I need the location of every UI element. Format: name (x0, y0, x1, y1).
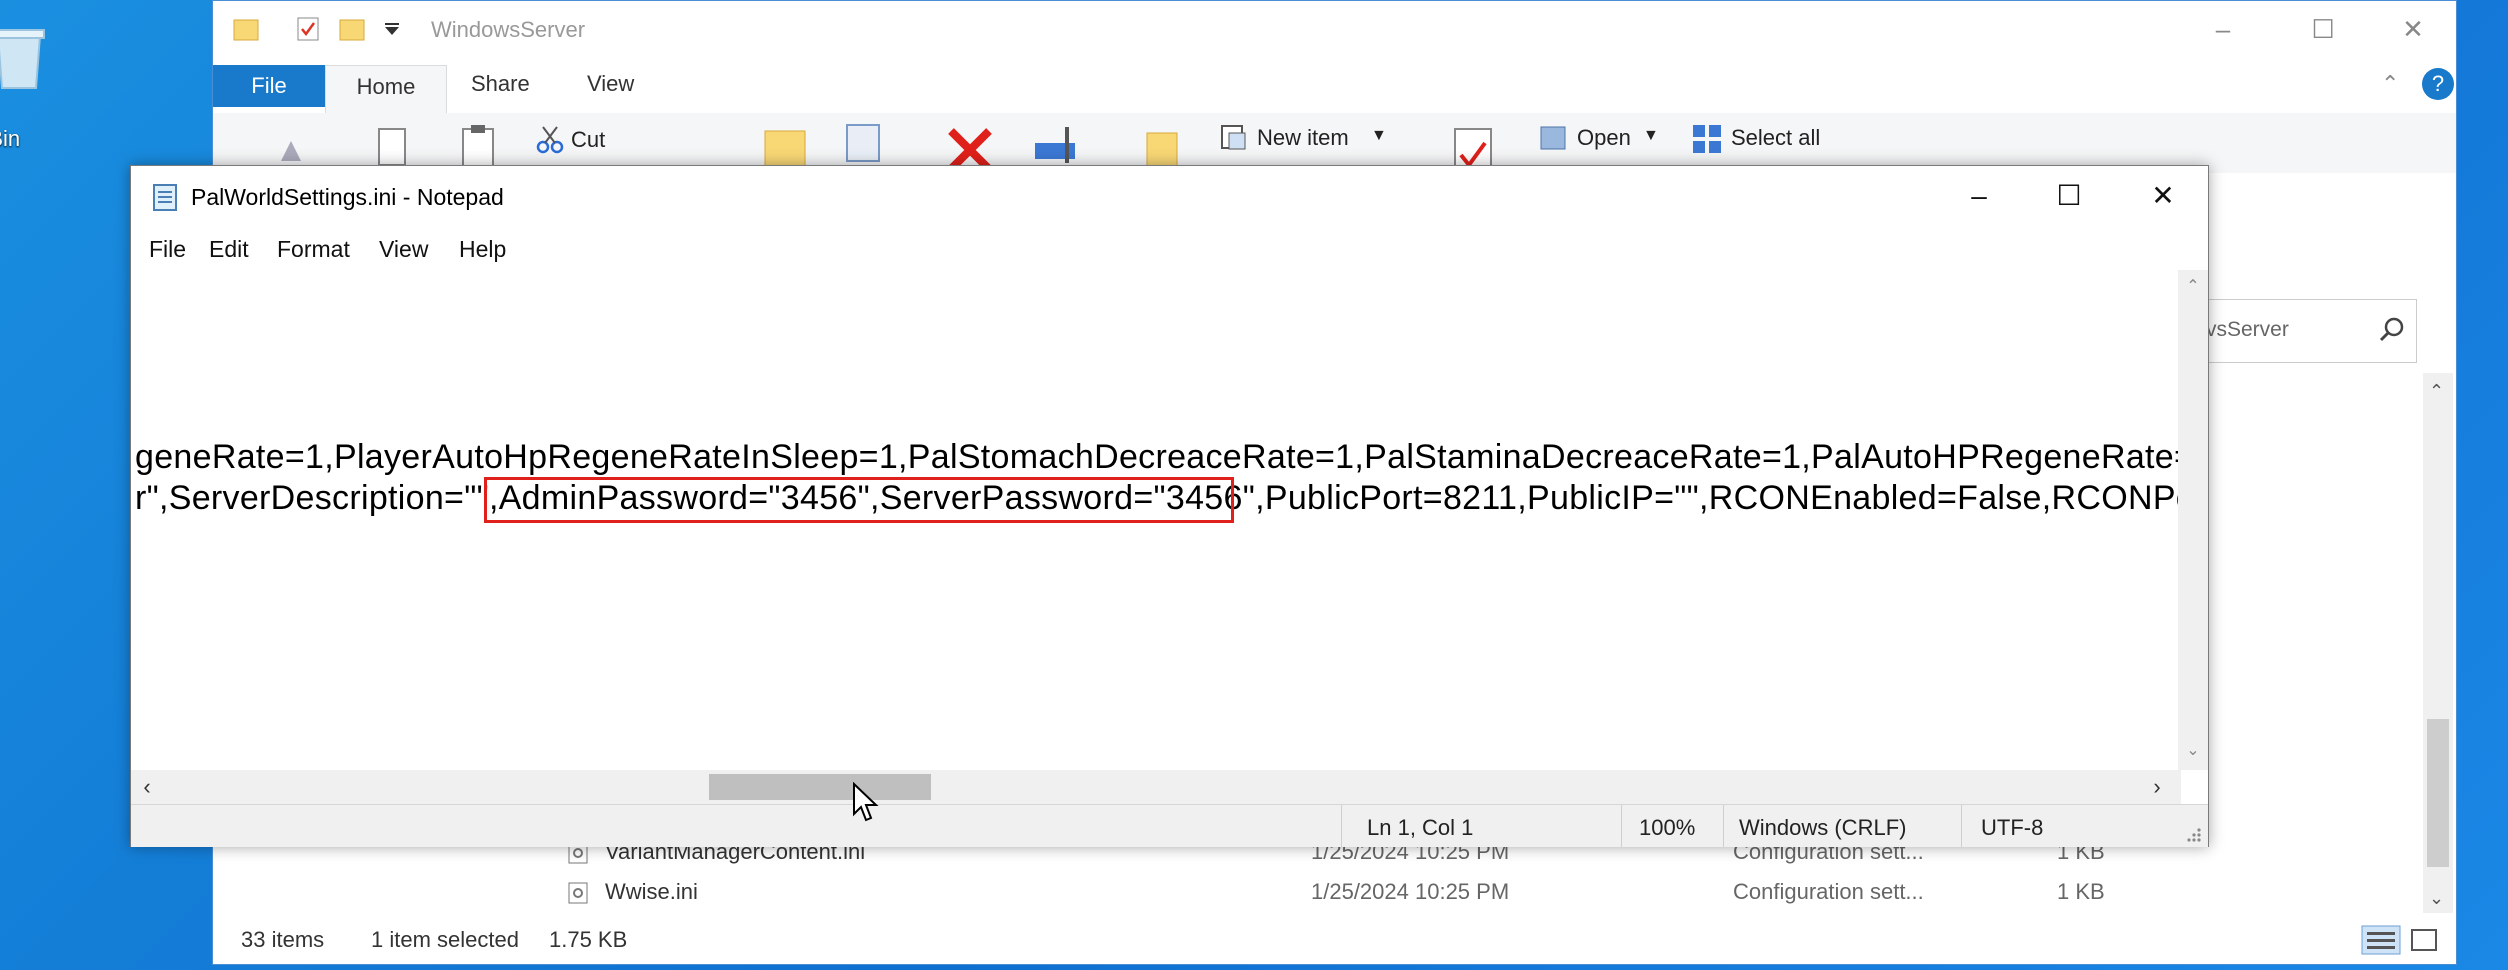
search-text: vsServer (2206, 318, 2289, 341)
selected-count: 1 item selected (371, 927, 519, 952)
explorer-maximize-button[interactable]: ☐ (2303, 11, 2343, 47)
recycle-bin-label: e Bin (0, 126, 21, 151)
notepad-text-area[interactable]: geneRate=1,PlayerAutoHpRegeneRateInSleep… (131, 270, 2181, 770)
cut-icon[interactable] (535, 125, 565, 155)
menu-file[interactable]: File (149, 236, 186, 263)
properties-icon[interactable] (295, 15, 321, 43)
text-line-2-end: ,PublicPort=8211,PublicIP="",RCONEnabled… (1255, 479, 2181, 517)
explorer-titlebar: WindowsServer – ☐ ✕ (213, 1, 2456, 57)
resize-grip-icon[interactable] (2184, 825, 2202, 843)
search-icon[interactable] (2378, 316, 2406, 344)
notepad-maximize-button[interactable]: ☐ (2041, 176, 2097, 216)
config-file-icon (568, 882, 588, 904)
scroll-down-icon[interactable]: ⌄ (2183, 740, 2203, 760)
svg-text:?: ? (2432, 71, 2444, 96)
file-name: Wwise.ini (605, 879, 698, 904)
scroll-up-icon[interactable]: ⌃ (2429, 381, 2444, 402)
collapse-ribbon-icon[interactable]: ⌃ (2381, 71, 2399, 97)
explorer-scroll-thumb[interactable] (2427, 719, 2449, 867)
menu-edit[interactable]: Edit (209, 236, 249, 263)
tab-file[interactable]: File (213, 65, 325, 107)
scroll-down-icon[interactable]: ⌄ (2429, 888, 2444, 909)
status-divider (1621, 805, 1622, 847)
notepad-titlebar: PalWorldSettings.ini - Notepad – ☐ ✕ (131, 166, 2208, 226)
zoom-level: 100% (1639, 815, 1696, 840)
copy-to-icon[interactable] (843, 119, 887, 169)
scroll-up-icon[interactable]: ⌃ (2183, 276, 2203, 296)
recycle-bin-desktop-icon[interactable]: e Bin (0, 14, 70, 151)
new-item-icon[interactable] (1219, 123, 1249, 153)
notepad-minimize-button[interactable]: – (1951, 176, 2007, 216)
notepad-horizontal-scrollbar[interactable]: ‹ › (131, 770, 2181, 804)
new-folder-icon[interactable] (339, 15, 365, 43)
open-dropdown-icon[interactable]: ▼ (1643, 127, 1659, 145)
recycle-bin-icon (0, 29, 45, 89)
encoding: UTF-8 (1981, 815, 2044, 840)
new-item-button[interactable]: New item (1257, 125, 1349, 151)
customize-qa-icon[interactable] (379, 15, 405, 43)
password-highlight-box (484, 477, 1234, 523)
line-ending: Windows (CRLF) (1739, 815, 1907, 840)
details-view-icon[interactable] (2361, 925, 2401, 955)
cursor-position: Ln 1, Col 1 (1367, 815, 1474, 840)
notepad-window: PalWorldSettings.ini - Notepad – ☐ ✕ Fil… (130, 165, 2209, 847)
tab-view[interactable]: View (587, 71, 634, 97)
item-count: 33 items (241, 927, 325, 952)
text-line-2-start: r",ServerDescription="" (135, 479, 489, 517)
cut-label[interactable]: Cut (571, 127, 605, 153)
status-divider (1341, 805, 1342, 847)
open-icon[interactable] (1539, 123, 1569, 153)
explorer-vertical-scrollbar[interactable]: ⌃ ⌄ (2423, 373, 2453, 913)
notepad-vertical-scrollbar[interactable]: ⌃ ⌄ (2178, 270, 2208, 770)
select-all-button[interactable]: Select all (1731, 125, 1820, 151)
menu-help[interactable]: Help (459, 236, 506, 263)
explorer-close-button[interactable]: ✕ (2393, 11, 2433, 47)
notepad-title: PalWorldSettings.ini - Notepad (191, 184, 504, 210)
tab-share[interactable]: Share (471, 71, 530, 97)
ribbon-tabs: File Home Share View ⌃ ? (213, 57, 2456, 114)
file-date: 1/25/2024 10:25 PM (1311, 879, 1510, 904)
file-type: Configuration sett... (1733, 879, 1924, 904)
notepad-menu-bar: File Edit Format View Help (131, 226, 2208, 270)
explorer-status-bar: 33 items 1 item selected 1.75 KB (213, 913, 2456, 963)
scroll-right-icon[interactable]: › (2145, 774, 2169, 800)
status-divider (1723, 805, 1724, 847)
explorer-title: WindowsServer (431, 17, 586, 42)
notepad-app-icon (153, 184, 177, 211)
horizontal-scroll-thumb[interactable] (709, 774, 931, 800)
select-all-icon[interactable] (1691, 123, 1723, 155)
help-icon[interactable]: ? (2421, 67, 2455, 101)
mouse-cursor-icon (853, 782, 879, 822)
notepad-status-bar: Ln 1, Col 1 100% Windows (CRLF) UTF-8 (131, 804, 2208, 847)
explorer-minimize-button[interactable]: – (2203, 11, 2243, 47)
open-button[interactable]: Open (1577, 125, 1631, 151)
status-divider (1961, 805, 1962, 847)
search-input[interactable]: vsServer (2193, 299, 2417, 363)
tab-home[interactable]: Home (325, 65, 447, 114)
menu-format[interactable]: Format (277, 236, 350, 263)
new-item-dropdown-icon[interactable]: ▼ (1371, 127, 1387, 145)
text-line-1: geneRate=1,PlayerAutoHpRegeneRateInSleep… (135, 438, 2181, 476)
large-icons-view-icon[interactable] (2409, 925, 2439, 955)
notepad-close-button[interactable]: ✕ (2135, 176, 2191, 216)
folder-icon (233, 19, 259, 41)
ribbon: Cut New item ▼ Open ▼ Select all (213, 113, 2456, 174)
menu-view[interactable]: View (379, 236, 428, 263)
selected-size: 1.75 KB (549, 927, 628, 952)
file-size: 1 KB (2057, 879, 2105, 904)
scroll-left-icon[interactable]: ‹ (135, 774, 159, 800)
